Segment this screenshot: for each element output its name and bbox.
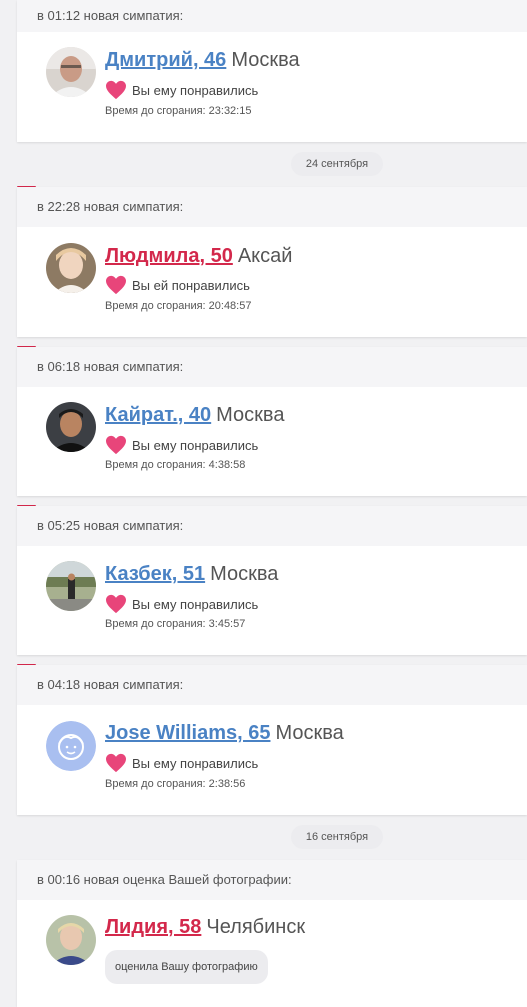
notification-card: в 04:18 новая симпатия: Jose Williams, 6… (17, 665, 527, 815)
expiry-timer: Время до сгорания: 20:48:57 (105, 300, 252, 312)
avatar[interactable] (46, 915, 96, 965)
rating-message-bubble: оценила Вашу фотографию (105, 950, 268, 984)
profile-name-link[interactable]: Дмитрий, 46 (105, 49, 226, 72)
like-status-text: Вы ему понравились (132, 596, 259, 612)
profile-city: Москва (216, 404, 285, 426)
like-status-text: Вы ему понравились (132, 437, 259, 453)
avatar[interactable] (46, 561, 96, 611)
profile-city: Москва (231, 49, 300, 71)
profile-name-link[interactable]: Людмила, 50 (105, 245, 233, 268)
notification-header: в 00:16 новая оценка Вашей фотографии: (17, 860, 527, 900)
profile-name-link[interactable]: Лидия, 58 (105, 916, 201, 939)
notification-card: в 22:28 новая симпатия: Людмила, 50 Акса… (17, 187, 527, 337)
profile-city: Челябинск (206, 916, 306, 938)
profile-name-row: Людмила, 50 Аксай (105, 245, 292, 271)
heart-icon (106, 275, 126, 295)
profile-name-row: Дмитрий, 46 Москва (105, 49, 300, 75)
date-separator: 16 сентября (291, 825, 383, 849)
expiry-timer: Время до сгорания: 4:38:58 (105, 459, 246, 471)
notification-header: в 22:28 новая симпатия: (17, 187, 527, 227)
heart-icon (106, 594, 126, 614)
default-avatar-icon[interactable] (46, 721, 96, 771)
profile-name-link[interactable]: Jose Williams, 65 (105, 722, 270, 745)
expiry-timer: Время до сгорания: 2:38:56 (105, 778, 246, 790)
profile-name-row: Лидия, 58 Челябинск (105, 916, 305, 942)
avatar[interactable] (46, 243, 96, 293)
profile-name-row: Кайрат., 40 Москва (105, 404, 284, 430)
profile-city: Москва (275, 722, 344, 744)
notification-card: в 05:25 новая симпатия: Казбек, 51 Москв… (17, 506, 527, 655)
heart-icon (106, 80, 126, 100)
notification-header: в 06:18 новая симпатия: (17, 347, 527, 387)
like-status-text: Вы ему понравились (132, 755, 259, 771)
profile-city: Аксай (237, 245, 293, 267)
like-status-text: Вы ему понравились (132, 82, 259, 98)
expiry-timer: Время до сгорания: 23:32:15 (105, 105, 252, 117)
expiry-timer: Время до сгорания: 3:45:57 (105, 618, 246, 630)
notification-card: в 06:18 новая симпатия: Кайрат., 40 Моск… (17, 347, 527, 496)
avatar[interactable] (46, 402, 96, 452)
notification-header: в 01:12 новая симпатия: (17, 0, 527, 32)
heart-icon (106, 753, 126, 773)
like-status: Вы ему понравились (105, 752, 258, 774)
like-status-text: Вы ей понравились (132, 277, 250, 293)
like-status: Вы ему понравились (105, 79, 258, 101)
profile-name-row: Казбек, 51 Москва (105, 563, 278, 589)
avatar[interactable] (46, 47, 96, 97)
notification-card: в 01:12 новая симпатия: Дмитрий, 46 Моск… (17, 0, 527, 142)
date-separator: 24 сентября (291, 152, 383, 176)
like-status: Вы ему понравились (105, 593, 258, 615)
profile-name-link[interactable]: Казбек, 51 (105, 563, 205, 586)
profile-name-link[interactable]: Кайрат., 40 (105, 404, 211, 427)
notification-card: в 00:16 новая оценка Вашей фотографии: Л… (17, 860, 527, 1007)
like-status: Вы ей понравились (105, 274, 250, 296)
like-status: Вы ему понравились (105, 434, 258, 456)
profile-name-row: Jose Williams, 65 Москва (105, 722, 344, 748)
notification-header: в 05:25 новая симпатия: (17, 506, 527, 546)
heart-icon (106, 435, 126, 455)
notification-header: в 04:18 новая симпатия: (17, 665, 527, 705)
profile-city: Москва (210, 563, 279, 585)
